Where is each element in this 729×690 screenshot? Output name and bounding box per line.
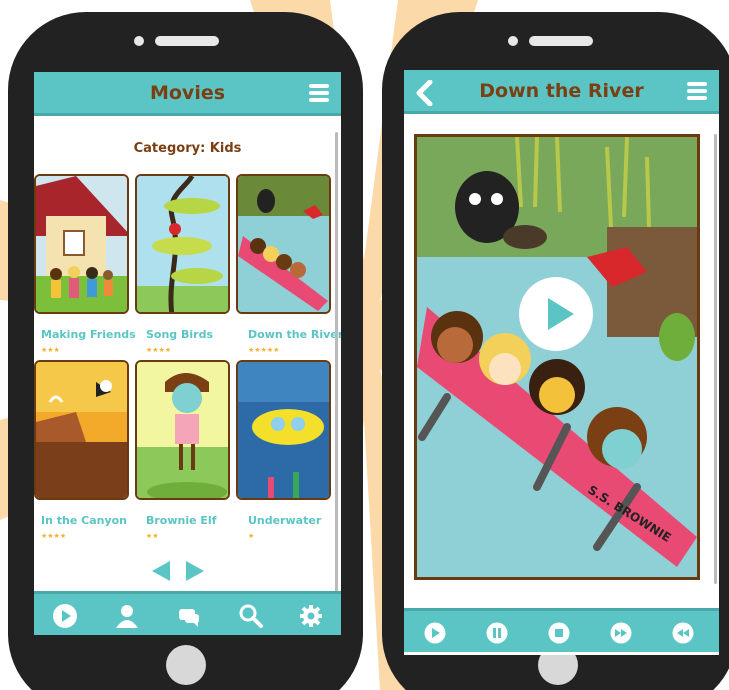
movie-thumb-brownie-elf[interactable] (135, 360, 230, 500)
next-page-icon[interactable] (186, 561, 204, 581)
left-phone: Movies Category: Kids Making Friends ★★★… (8, 12, 363, 690)
category-label: Category: Kids (133, 141, 242, 156)
movie-thumb-in-the-canyon[interactable] (34, 360, 129, 500)
header-bar: Movies (34, 72, 341, 116)
back-icon[interactable] (414, 80, 434, 106)
movie-rating: ★ (248, 532, 255, 540)
play-icon[interactable] (424, 622, 446, 644)
home-button[interactable] (166, 645, 206, 685)
profile-icon[interactable] (114, 603, 140, 629)
movie-rating: ★★ (146, 532, 159, 540)
speaker-bar (155, 36, 219, 46)
movie-title[interactable]: Brownie Elf (146, 514, 217, 527)
page-title: Down the River (479, 79, 644, 102)
camera-dot (134, 36, 144, 46)
scrollbar[interactable] (335, 132, 338, 592)
rewind-icon[interactable] (672, 622, 694, 644)
movie-rating: ★★★★ (146, 346, 172, 354)
scrollbar[interactable] (714, 134, 717, 584)
bottom-nav (34, 591, 341, 635)
speaker-bar (529, 36, 593, 46)
movie-thumb-making-friends[interactable] (34, 174, 129, 314)
stop-icon[interactable] (548, 622, 570, 644)
chat-icon[interactable] (176, 603, 202, 629)
right-screen: Down the River S.S. BROWNIE (404, 70, 719, 655)
menu-icon[interactable] (309, 84, 329, 102)
movie-title[interactable]: Underwater (248, 514, 321, 527)
stage: Movies Category: Kids Making Friends ★★★… (0, 0, 729, 690)
gear-icon[interactable] (298, 603, 324, 629)
search-icon[interactable] (238, 603, 264, 629)
fast-forward-icon[interactable] (610, 622, 632, 644)
page-title: Movies (149, 81, 226, 104)
menu-icon[interactable] (687, 82, 707, 100)
movie-rating: ★★★ (41, 346, 60, 354)
movie-title[interactable]: Making Friends (41, 328, 136, 341)
play-icon[interactable] (52, 603, 78, 629)
movie-rating: ★★★★★ (248, 346, 280, 354)
movie-rating: ★★★★ (41, 532, 67, 540)
movie-title[interactable]: Down the River (248, 328, 341, 341)
previous-page-icon[interactable] (152, 561, 170, 581)
header-bar: Down the River (404, 70, 719, 114)
video-still: S.S. BROWNIE (417, 137, 697, 577)
movie-thumb-down-the-river[interactable] (236, 174, 331, 314)
camera-dot (508, 36, 518, 46)
movie-title[interactable]: In the Canyon (41, 514, 127, 527)
movie-thumb-underwater[interactable] (236, 360, 331, 500)
playback-controls (404, 608, 719, 652)
movie-title[interactable]: Song Birds (146, 328, 213, 341)
left-screen: Movies Category: Kids Making Friends ★★★… (34, 72, 341, 635)
big-play-button[interactable] (518, 276, 594, 352)
movie-thumb-song-birds[interactable] (135, 174, 230, 314)
pause-icon[interactable] (486, 622, 508, 644)
video-frame[interactable]: S.S. BROWNIE (414, 134, 700, 580)
right-phone: Down the River S.S. BROWNIE (382, 12, 729, 690)
